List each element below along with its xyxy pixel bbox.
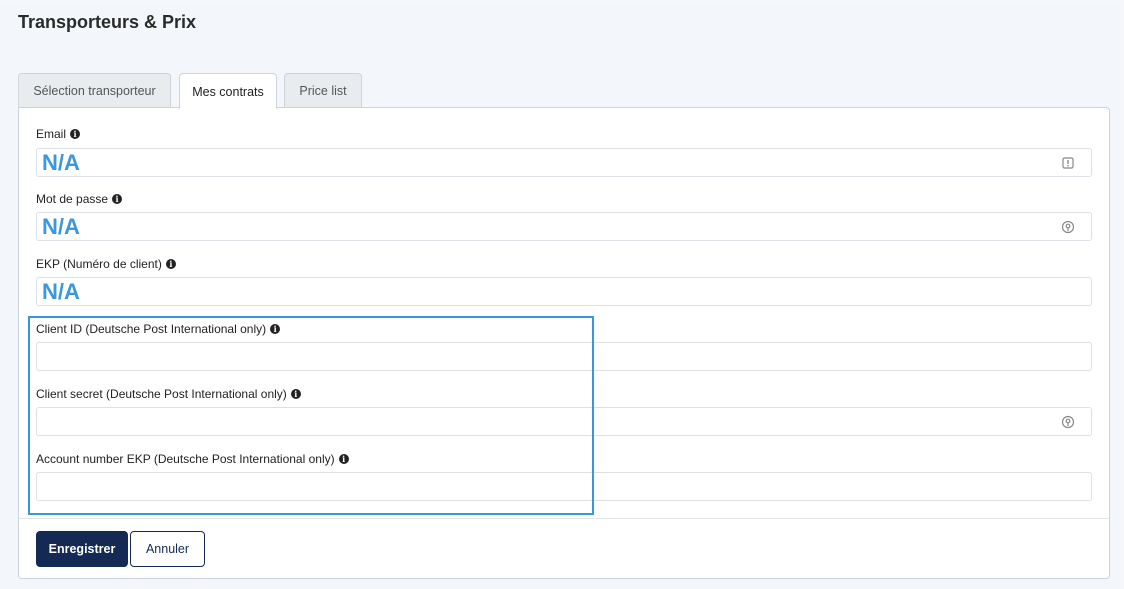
ekp-field[interactable]: N/A [36, 277, 1092, 306]
contracts-panel: Email i N/A Mot de passe i N/A EKP (Numé… [18, 107, 1110, 579]
highlight-box [28, 316, 594, 515]
email-field-value: N/A [42, 150, 80, 175]
email-field[interactable]: N/A [36, 148, 1092, 177]
ekp-field-value: N/A [42, 279, 80, 304]
tab-carrier-selection[interactable]: Sélection transporteur [18, 73, 171, 108]
tab-my-contracts[interactable]: Mes contrats [179, 73, 277, 109]
cancel-button[interactable]: Annuler [130, 531, 205, 567]
key-circle-icon[interactable] [1061, 415, 1075, 429]
info-icon[interactable]: i [70, 129, 81, 139]
password-label: Mot de passe i [36, 192, 123, 206]
password-field[interactable]: N/A [36, 212, 1092, 241]
password-label-text: Mot de passe [36, 192, 109, 206]
exclamation-box-icon [1062, 157, 1074, 169]
email-label: Email i [36, 127, 81, 141]
page-title: Transporteurs & Prix [18, 12, 197, 32]
ekp-label-text: EKP (Numéro de client) [36, 257, 162, 271]
tab-price-list[interactable]: Price list [284, 73, 362, 108]
divider [19, 518, 1109, 519]
ekp-label: EKP (Numéro de client) i [36, 257, 176, 271]
info-icon[interactable]: i [112, 194, 123, 204]
info-icon[interactable]: i [165, 259, 176, 269]
key-circle-icon[interactable] [1061, 220, 1075, 234]
email-label-text: Email [36, 127, 67, 141]
save-button[interactable]: Enregistrer [36, 531, 128, 567]
password-field-value: N/A [42, 214, 80, 239]
